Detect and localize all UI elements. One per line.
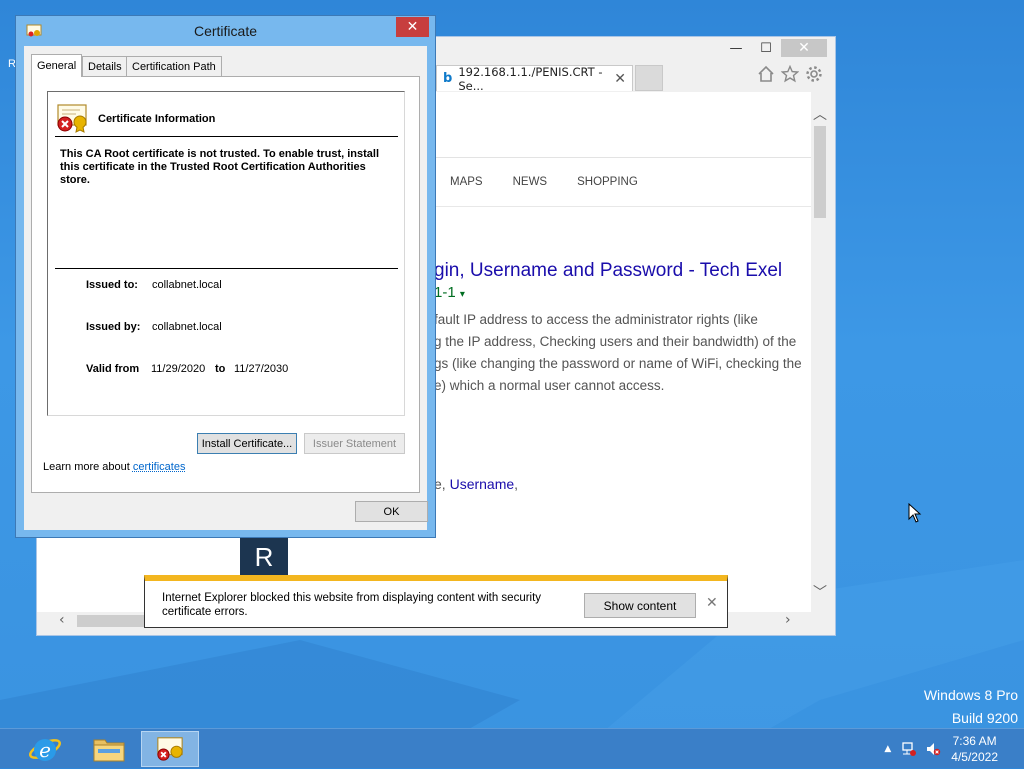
username-link[interactable]: Username — [450, 476, 515, 492]
result-snippet-line: g the IP address, Checking users and the… — [434, 334, 797, 349]
valid-from-label: Valid from — [86, 363, 140, 375]
issued-by-value: collabnet.local — [152, 321, 222, 333]
valid-to-value: 11/27/2030 — [234, 363, 289, 375]
favorites-star-icon[interactable] — [781, 65, 799, 83]
result-title-link[interactable]: gin, Username and Password - Tech Exel — [434, 260, 782, 282]
dialog-title: Certificate — [193, 23, 258, 39]
taskbar-file-explorer-button[interactable] — [80, 731, 138, 767]
notification-message: Internet Explorer blocked this website f… — [162, 592, 542, 618]
result-snippet-line: fault IP address to access the administr… — [434, 312, 758, 327]
site-logo: R — [240, 538, 288, 576]
notification-close-icon[interactable]: ✕ — [706, 595, 718, 611]
vertical-scrollbar[interactable]: ︿ ﹀ — [811, 92, 829, 612]
divider — [55, 268, 398, 269]
windows-edition: Windows 8 Pro — [923, 687, 1018, 703]
new-tab-button[interactable] — [635, 65, 663, 91]
valid-from-value: 11/29/2020 — [151, 363, 206, 375]
dialog-body: General Details Certification Path Certi… — [24, 46, 428, 530]
result-url: 1-1 ▾ — [434, 284, 465, 301]
certificates-link[interactable]: certificates — [133, 461, 186, 473]
system-tray: ▲ 7:36 AM 4/5/2022 — [884, 729, 1024, 769]
volume-muted-icon[interactable] — [925, 741, 941, 757]
issued-to-value: collabnet.local — [152, 279, 222, 291]
ie-close-button[interactable]: ✕ — [781, 39, 827, 57]
scrollbar-thumb[interactable] — [814, 126, 826, 218]
certificate-icon — [157, 737, 183, 761]
scroll-right-icon[interactable]: › — [785, 612, 791, 628]
scroll-left-icon[interactable]: ‹ — [59, 612, 65, 628]
browser-tab[interactable]: b 192.168.1.1./PENIS.CRT - Se... ✕ — [436, 64, 633, 93]
issued-to-label: Issued to: — [86, 279, 138, 291]
general-tab-panel: Certificate Information This CA Root cer… — [31, 76, 420, 493]
install-certificate-button[interactable]: Install Certificate... — [197, 433, 297, 454]
home-icon[interactable] — [757, 65, 775, 83]
dialog-close-button[interactable]: ✕ — [396, 17, 429, 37]
network-icon[interactable] — [901, 741, 917, 757]
security-notification-bar: Internet Explorer blocked this website f… — [144, 575, 728, 628]
svg-text:e: e — [39, 738, 51, 762]
scroll-down-icon[interactable]: ﹀ — [813, 582, 827, 602]
nav-shopping[interactable]: SHOPPING — [577, 176, 638, 188]
scroll-up-icon[interactable]: ︿ — [813, 104, 827, 124]
taskbar-ie-button[interactable]: e — [16, 731, 74, 767]
tab-close-icon[interactable]: ✕ — [614, 71, 626, 87]
certificate-info-heading: Certificate Information — [98, 113, 216, 125]
tab-certification-path[interactable]: Certification Path — [126, 56, 222, 76]
nav-maps[interactable]: MAPS — [450, 176, 483, 188]
nav-news[interactable]: NEWS — [513, 176, 548, 188]
settings-gear-icon[interactable] — [805, 65, 823, 83]
system-clock[interactable]: 7:36 AM 4/5/2022 — [951, 733, 998, 765]
mouse-cursor-icon — [908, 503, 922, 523]
maximize-button[interactable]: ☐ — [751, 39, 781, 57]
tab-title: 192.168.1.1./PENIS.CRT - Se... — [458, 64, 603, 93]
search-nav: MAPS NEWS SHOPPING — [37, 176, 811, 207]
untrusted-certificate-icon — [57, 104, 87, 133]
certificate-dialog: Certificate ✕ General Details Certificat… — [15, 15, 436, 538]
windows-version-watermark: Windows 8 Pro Build 9200 — [924, 684, 1018, 730]
minimize-button[interactable]: — — [721, 39, 751, 57]
result-snippet-line: gs (like changing the password or name o… — [434, 356, 802, 371]
issuer-statement-button: Issuer Statement — [304, 433, 405, 454]
certificate-info-frame: Certificate Information This CA Root cer… — [47, 91, 405, 416]
issued-by-label: Issued by: — [86, 321, 141, 333]
file-explorer-icon — [93, 739, 125, 762]
ie-caption-buttons: — ☐ ✕ — [721, 39, 827, 57]
clock-time: 7:36 AM — [952, 734, 997, 748]
bing-icon: b — [443, 71, 453, 86]
tab-general[interactable]: General — [31, 54, 83, 77]
internet-explorer-icon: e — [29, 738, 61, 762]
tab-details[interactable]: Details — [82, 56, 128, 76]
windows-build: Build 9200 — [951, 710, 1018, 726]
valid-to-label: to — [215, 363, 226, 375]
taskbar-certificate-button[interactable] — [141, 731, 199, 767]
taskbar: e ▲ 7:36 AM 4/5/2022 — [0, 728, 1024, 768]
result-sublinks: e, Username, — [434, 476, 519, 492]
show-hidden-icons-icon[interactable]: ▲ — [884, 744, 891, 754]
ie-toolbar — [757, 65, 823, 83]
url-dropdown-icon[interactable]: ▾ — [460, 289, 465, 300]
clock-date: 4/5/2022 — [951, 750, 998, 764]
learn-more-text: Learn more about certificates — [43, 461, 186, 473]
trust-warning-text: This CA Root certificate is not trusted.… — [60, 148, 380, 186]
result-snippet-line: e) which a normal user cannot access. — [434, 378, 665, 393]
ok-button[interactable]: OK — [355, 501, 428, 522]
show-content-button[interactable]: Show content — [584, 593, 696, 618]
divider — [55, 136, 398, 137]
